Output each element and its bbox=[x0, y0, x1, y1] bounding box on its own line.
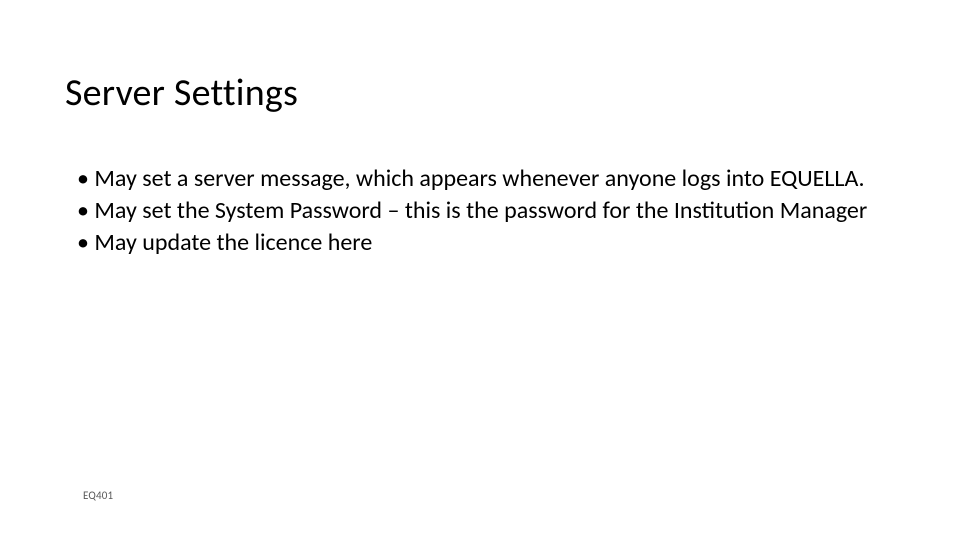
page-title: Server Settings bbox=[65, 70, 895, 116]
list-item: May set a server message, which appears … bbox=[65, 164, 895, 194]
footer-label: EQ401 bbox=[83, 489, 113, 502]
list-item: May set the System Password – this is th… bbox=[65, 196, 895, 226]
list-item: May update the licence here bbox=[65, 228, 895, 258]
bullet-list: May set a server message, which appears … bbox=[65, 164, 895, 258]
slide: Server Settings May set a server message… bbox=[0, 0, 960, 540]
